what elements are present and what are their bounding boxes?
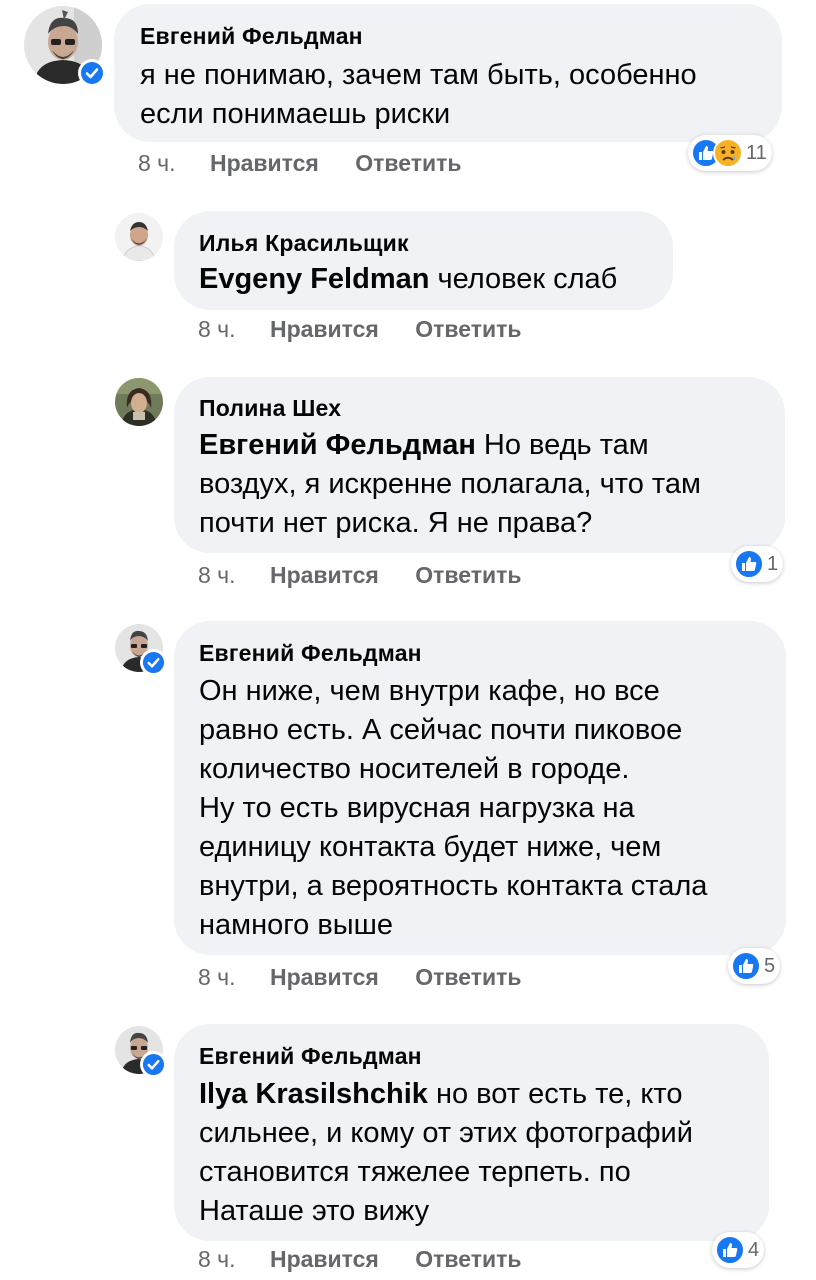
comment-time[interactable]: 8 ч. bbox=[198, 1246, 236, 1272]
like-link[interactable]: Нравится bbox=[210, 150, 319, 176]
comment-text: я не понимаю, зачем там быть, особенно е… bbox=[140, 56, 780, 134]
verified-badge-icon bbox=[140, 1051, 167, 1078]
reply-link[interactable]: Ответить bbox=[355, 150, 461, 176]
reaction-count: 11 bbox=[746, 141, 767, 164]
reply-link[interactable]: Ответить bbox=[415, 316, 521, 342]
comment-author[interactable]: Евгений Фельдман bbox=[199, 1043, 422, 1070]
like-icon bbox=[731, 951, 761, 981]
comment-bubble: Евгений Фельдман Ilya Krasilshchik но во… bbox=[174, 1024, 769, 1241]
comment-time[interactable]: 8 ч. bbox=[198, 562, 236, 588]
mention-link[interactable]: Ilya Krasilshchik bbox=[199, 1078, 428, 1110]
comment-bubble: Полина Шех Евгений Фельдман Но ведь там … bbox=[174, 377, 785, 553]
comment-author[interactable]: Полина Шех bbox=[199, 395, 341, 422]
comment-author[interactable]: Илья Красильщик bbox=[199, 230, 409, 257]
comment-bubble: Илья Красильщик Evgeny Feldman человек с… bbox=[174, 211, 673, 310]
reactions-summary[interactable]: 5 bbox=[728, 948, 781, 984]
sad-icon bbox=[713, 138, 743, 168]
reaction-count: 4 bbox=[748, 1238, 760, 1261]
comment-text: Евгений Фельдман Но ведь там воздух, я и… bbox=[199, 426, 779, 543]
comment-meta: 8 ч. Нравится Ответить bbox=[198, 1246, 522, 1273]
comment-author[interactable]: Евгений Фельдман bbox=[199, 640, 422, 667]
avatar-photo bbox=[115, 378, 163, 426]
comment-bubble: Евгений Фельдман я не понимаю, зачем там… bbox=[114, 4, 782, 142]
reply-link[interactable]: Ответить bbox=[415, 562, 521, 588]
comment-text: Evgeny Feldman человек слаб bbox=[199, 260, 669, 299]
reactions-summary[interactable]: 4 bbox=[712, 1232, 765, 1268]
avatar[interactable] bbox=[115, 213, 163, 261]
like-icon bbox=[734, 549, 764, 579]
verified-badge-icon bbox=[140, 649, 167, 676]
reaction-count: 1 bbox=[767, 552, 779, 575]
verified-badge-icon bbox=[78, 59, 106, 87]
comment-meta: 8 ч. Нравится Ответить bbox=[198, 316, 522, 343]
avatar[interactable] bbox=[115, 378, 163, 426]
reply-link[interactable]: Ответить bbox=[415, 1246, 521, 1272]
like-link[interactable]: Нравится bbox=[270, 316, 379, 342]
comment-time[interactable]: 8 ч. bbox=[198, 964, 236, 990]
comment-body: Он ниже, чем внутри кафе, но все равно е… bbox=[199, 675, 708, 941]
comment-body: человек слаб bbox=[429, 263, 618, 295]
like-link[interactable]: Нравится bbox=[270, 964, 379, 990]
reply-link[interactable]: Ответить bbox=[415, 964, 521, 990]
avatar[interactable] bbox=[115, 624, 167, 676]
reactions-summary[interactable]: 1 bbox=[731, 546, 784, 582]
comment-bubble: Евгений Фельдман Он ниже, чем внутри каф… bbox=[174, 621, 786, 955]
comment-text: Ilya Krasilshchik но вот есть те, кто си… bbox=[199, 1075, 764, 1231]
like-link[interactable]: Нравится bbox=[270, 562, 379, 588]
reaction-count: 5 bbox=[764, 954, 776, 977]
comment-time[interactable]: 8 ч. bbox=[138, 150, 176, 176]
reactions-summary[interactable]: 11 bbox=[688, 135, 772, 171]
comment-time[interactable]: 8 ч. bbox=[198, 316, 236, 342]
avatar[interactable] bbox=[24, 6, 106, 87]
mention-link[interactable]: Евгений Фельдман bbox=[199, 429, 476, 461]
like-link[interactable]: Нравится bbox=[270, 1246, 379, 1272]
comment-meta: 8 ч. Нравится Ответить bbox=[198, 562, 522, 589]
mention-link[interactable]: Evgeny Feldman bbox=[199, 263, 429, 295]
comment-meta: 8 ч. Нравится Ответить bbox=[198, 964, 522, 991]
comment-body: я не понимаю, зачем там быть, особенно е… bbox=[140, 59, 697, 130]
avatar-photo bbox=[115, 213, 163, 261]
avatar[interactable] bbox=[115, 1026, 167, 1078]
comment-meta: 8 ч. Нравится Ответить bbox=[138, 150, 462, 177]
comment-author[interactable]: Евгений Фельдман bbox=[140, 23, 363, 50]
like-icon bbox=[715, 1235, 745, 1265]
comment-text: Он ниже, чем внутри кафе, но все равно е… bbox=[199, 672, 781, 945]
